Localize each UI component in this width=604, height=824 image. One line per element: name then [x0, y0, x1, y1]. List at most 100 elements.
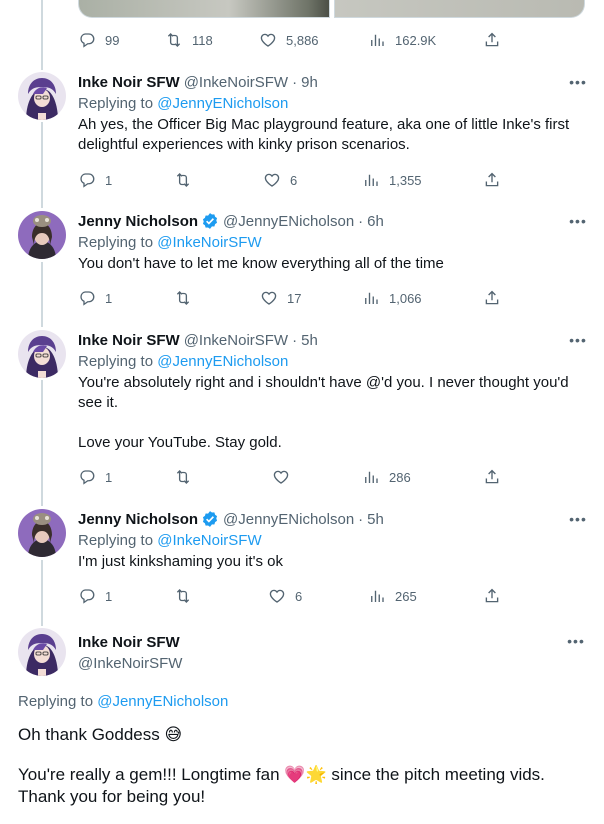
- timestamp[interactable]: 5h: [367, 511, 384, 528]
- view-count: 265: [395, 588, 417, 604]
- replying-label: Replying to: [18, 693, 98, 710]
- display-name[interactable]: Inke Noir SFW: [78, 74, 180, 91]
- tweet-text: You don't have to let me know everything…: [78, 254, 588, 274]
- reply-tweet[interactable]: Jenny Nicholson @JennyENicholson · 5h ••…: [78, 509, 588, 572]
- share-icon: [483, 587, 501, 605]
- user-handle[interactable]: @InkeNoirSFW: [78, 654, 182, 674]
- avatar[interactable]: [18, 330, 66, 378]
- like-button[interactable]: [272, 467, 299, 487]
- share-button[interactable]: [483, 586, 501, 606]
- reply-button[interactable]: 1: [78, 288, 112, 308]
- media-image-left[interactable]: [78, 0, 330, 18]
- timestamp[interactable]: 9h: [301, 74, 318, 91]
- retweet-icon: [174, 289, 192, 307]
- reply-button[interactable]: 99: [78, 30, 119, 50]
- user-handle[interactable]: @InkeNoirSFW: [184, 74, 288, 91]
- timestamp[interactable]: 5h: [301, 332, 318, 349]
- share-button[interactable]: [483, 467, 501, 487]
- replying-to: Replying to @JennyENicholson: [78, 94, 588, 114]
- avatar[interactable]: [18, 211, 66, 259]
- retweet-count: 118: [192, 32, 213, 48]
- like-button[interactable]: 6: [268, 586, 302, 606]
- views-button[interactable]: 265: [368, 586, 417, 606]
- tweet-text: Ah yes, the Officer Big Mac playground f…: [78, 115, 588, 155]
- display-name[interactable]: Jenny Nicholson: [78, 511, 198, 528]
- retweet-button[interactable]: [174, 170, 201, 190]
- heart-icon: [268, 587, 286, 605]
- like-count: 5,886: [286, 32, 319, 48]
- more-icon[interactable]: •••: [568, 211, 588, 231]
- tweet-media[interactable]: [78, 0, 585, 18]
- more-icon[interactable]: •••: [568, 509, 588, 529]
- text-span: since the pitch meeting vids.: [326, 765, 545, 784]
- separator-dot: ·: [292, 73, 298, 91]
- reply-button[interactable]: 1: [78, 467, 112, 487]
- tweet-actions: 1 6 1,355: [78, 170, 508, 190]
- tweet-paragraph: You're really a gem!!! Longtime fan 💗🌟 s…: [18, 764, 588, 808]
- timestamp[interactable]: 6h: [367, 213, 384, 230]
- like-count: 6: [290, 172, 298, 188]
- more-icon[interactable]: •••: [566, 631, 586, 651]
- reply-tweet[interactable]: Inke Noir SFW @InkeNoirSFW · 5h ••• Repl…: [78, 330, 588, 453]
- mention-link[interactable]: @JennyENicholson: [97, 693, 228, 710]
- mention-link[interactable]: @JennyENicholson: [157, 353, 288, 370]
- text-span: Oh thank Goddess: [18, 725, 165, 744]
- display-name[interactable]: Inke Noir SFW: [78, 332, 180, 349]
- mention-link[interactable]: @InkeNoirSFW: [157, 532, 261, 549]
- like-button[interactable]: 5,886: [259, 30, 319, 50]
- view-count: 162.9K: [395, 32, 437, 48]
- retweet-button[interactable]: [174, 586, 201, 606]
- media-image-right[interactable]: [333, 0, 585, 18]
- avatar[interactable]: [18, 72, 66, 120]
- user-handle[interactable]: @JennyENicholson: [223, 511, 354, 528]
- like-button[interactable]: 6: [263, 170, 297, 190]
- reply-count: 1: [105, 469, 113, 485]
- thread-line: [41, 122, 43, 208]
- share-button[interactable]: [483, 170, 501, 190]
- reply-count: 99: [105, 32, 120, 48]
- like-count: 17: [287, 290, 302, 306]
- verified-badge-icon: [201, 510, 219, 528]
- more-icon[interactable]: •••: [568, 72, 588, 92]
- views-icon: [368, 31, 386, 49]
- share-button[interactable]: [483, 288, 501, 308]
- views-button[interactable]: 1,355: [362, 170, 422, 190]
- replying-to: Replying to @JennyENicholson: [78, 352, 588, 372]
- retweet-icon: [174, 587, 192, 605]
- reply-tweet[interactable]: Jenny Nicholson @JennyENicholson · 6h ••…: [78, 211, 588, 274]
- reply-tweet[interactable]: Inke Noir SFW @InkeNoirSFW · 9h ••• Repl…: [78, 72, 588, 155]
- mention-link[interactable]: @JennyENicholson: [157, 95, 288, 112]
- reply-count: 1: [105, 290, 113, 306]
- reply-icon: [78, 468, 96, 486]
- share-icon: [483, 289, 501, 307]
- display-name[interactable]: Inke Noir SFW: [78, 633, 182, 653]
- avatar[interactable]: [18, 628, 66, 676]
- more-icon[interactable]: •••: [568, 330, 588, 350]
- retweet-button[interactable]: [174, 467, 201, 487]
- reply-icon: [78, 587, 96, 605]
- like-button[interactable]: 17: [260, 288, 301, 308]
- avatar[interactable]: [18, 509, 66, 557]
- views-button[interactable]: 286: [362, 467, 411, 487]
- display-name[interactable]: Jenny Nicholson: [78, 213, 198, 230]
- views-icon: [362, 468, 380, 486]
- share-icon: [483, 31, 501, 49]
- retweet-button[interactable]: [174, 288, 201, 308]
- reply-count: 1: [105, 172, 113, 188]
- thread-line: [41, 262, 43, 327]
- mention-link[interactable]: @InkeNoirSFW: [157, 234, 261, 251]
- views-button[interactable]: 1,066: [362, 288, 422, 308]
- views-button[interactable]: 162.9K: [368, 30, 436, 50]
- separator-dot: ·: [358, 510, 364, 528]
- separator-dot: ·: [292, 331, 298, 349]
- user-handle[interactable]: @JennyENicholson: [223, 213, 354, 230]
- user-handle[interactable]: @InkeNoirSFW: [184, 332, 288, 349]
- tweet-actions: 1 286: [78, 467, 508, 487]
- separator-dot: ·: [358, 212, 364, 230]
- reply-icon: [78, 289, 96, 307]
- reply-button[interactable]: 1: [78, 586, 112, 606]
- reply-button[interactable]: 1: [78, 170, 112, 190]
- share-button[interactable]: [483, 30, 501, 50]
- reply-icon: [78, 31, 96, 49]
- retweet-button[interactable]: 118: [165, 30, 213, 50]
